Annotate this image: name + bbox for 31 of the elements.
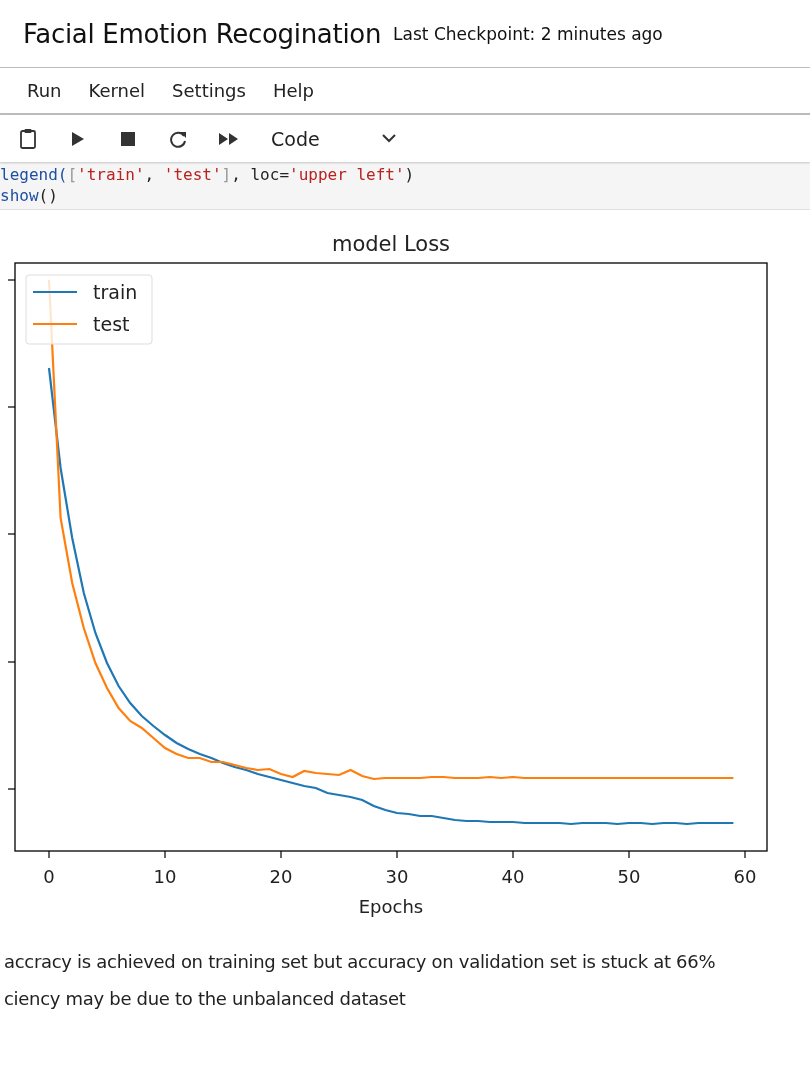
x-tick [512, 850, 514, 859]
x-tick-label: 40 [501, 866, 525, 887]
cell-type-dropdown[interactable]: Code [268, 127, 396, 150]
x-tick-label: 60 [733, 866, 757, 887]
chevron-down-icon [382, 134, 396, 143]
menu-item[interactable]: Kernel [88, 80, 146, 101]
chart-title: model Loss [331, 232, 451, 256]
x-axis-label: Epochs [358, 896, 424, 917]
x-tick [628, 850, 630, 859]
markdown-text: accracy is achieved on training set but accuracy on validation set is stuck at 66% [4, 950, 716, 974]
notebook-title[interactable]: Facial Emotion Recogination [23, 18, 382, 49]
menu-item[interactable]: Run [27, 80, 62, 101]
x-tick-label: 10 [153, 866, 177, 887]
code-line: show() [0, 185, 58, 206]
legend-label: test [93, 313, 130, 335]
code-line: legend(['train', 'test'], loc='upper left') [0, 164, 415, 185]
x-tick [164, 850, 166, 859]
x-tick [396, 850, 398, 859]
x-tick [280, 850, 282, 859]
legend-label: train [93, 281, 138, 303]
menu-item[interactable]: Settings [172, 80, 246, 101]
markdown-text: ciency may be due to the unbalanced dataset [4, 987, 406, 1011]
x-tick-label: 50 [617, 866, 641, 887]
menu-item[interactable]: Help [272, 80, 314, 101]
x-tick [48, 850, 50, 859]
checkpoint-status: Last Checkpoint: 2 minutes ago [393, 23, 663, 44]
clipboard-icon[interactable] [18, 127, 38, 150]
x-tick-label: 20 [269, 866, 293, 887]
x-tick [744, 850, 746, 859]
x-tick-label: 0 [43, 866, 55, 887]
x-tick-label: 30 [385, 866, 409, 887]
